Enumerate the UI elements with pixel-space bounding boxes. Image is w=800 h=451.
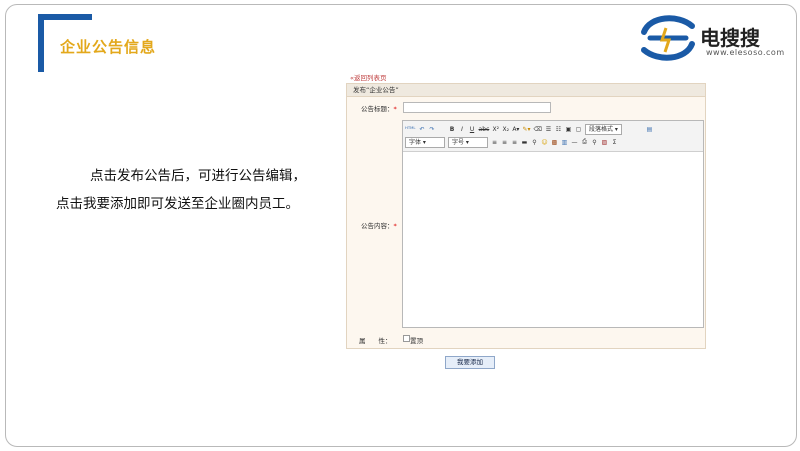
undo-icon[interactable]: ↶ [419,126,426,133]
announcement-form: 发布“企业公告” 公告标题：* 公告内容：* ᴴᵀᴹᴸ ↶ ↷ B I U ab… [346,83,706,349]
announcement-title-input[interactable] [403,102,551,113]
emoticon-icon[interactable]: ☺ [541,139,548,146]
content-label-text: 公告内容： [361,222,394,230]
toolbar-row-2: 字体 ▾ 字号 ▾ ≡ ≡ ≡ ▬ ⚲ ☺ ▩ ▥ — ⎙ ⚲ ▨ Σ [405,136,618,148]
toolbar-row-1: ᴴᵀᴹᴸ ↶ ↷ B I U abc X² X₂ A▾ ✎▾ ⌫ ☰ ☷ ▣ ▢… [405,123,653,135]
horizontal-rule-icon[interactable]: ▬ [521,139,528,146]
align-right-icon[interactable]: ≡ [511,139,518,146]
font-family-select[interactable]: 字体 ▾ [405,136,445,148]
select-all-icon[interactable]: ▨ [601,139,608,146]
ordered-list-icon[interactable]: ☰ [545,126,552,133]
form-header: 发布“企业公告” [347,84,705,97]
logo-url: www.elesoso.com [706,48,785,57]
slide-description: 点击发布公告后，可进行公告编辑，点击我要添加即可发送至企业圈内员工。 [56,168,306,212]
font-color-icon[interactable]: A▾ [512,126,519,133]
subscript-icon[interactable]: X₂ [502,126,510,133]
superscript-icon[interactable]: X² [492,126,500,133]
underline-icon[interactable]: U [469,126,476,133]
html-source-icon[interactable]: ᴴᵀᴹᴸ [405,126,416,133]
paragraph-format-value: 段落格式 [588,125,613,133]
bold-icon[interactable]: B [449,126,456,133]
required-mark: * [393,222,397,230]
fullscreen-icon[interactable]: ▤ [646,126,653,133]
title-label: 公告标题：* [361,103,397,113]
pin-label: 置顶 [410,337,423,345]
font-size-value: 字号 [452,138,465,146]
attr-label: 属 性： [359,337,392,345]
content-label: 公告内容：* [361,220,397,230]
paragraph-format-select[interactable]: 段落格式 ▾ [584,123,622,135]
clear-format-icon[interactable]: ⌫ [533,126,541,133]
add-announcement-button[interactable]: 我要添加 [445,356,495,369]
media-icon[interactable]: ▩ [551,139,558,146]
required-mark: * [393,105,397,113]
font-family-value: 字体 [409,138,422,146]
slide-title: 企业公告信息 [60,38,157,56]
font-size-select[interactable]: 字号 ▾ [448,136,488,148]
image-icon[interactable]: ▣ [565,126,572,133]
print-icon[interactable]: ⎙ [581,138,588,146]
link-icon[interactable]: ⚲ [531,139,538,146]
editor-toolbar: ᴴᵀᴹᴸ ↶ ↷ B I U abc X² X₂ A▾ ✎▾ ⌫ ☰ ☷ ▣ ▢… [403,121,703,152]
align-center-icon[interactable]: ≡ [501,139,508,146]
sum-icon[interactable]: Σ [611,139,618,146]
redo-icon[interactable]: ↷ [429,126,436,133]
source-icon[interactable]: ▢ [575,126,582,133]
align-left-icon[interactable]: ≡ [491,139,498,146]
highlight-icon[interactable]: ✎▾ [522,126,530,133]
back-to-list-link[interactable]: «返回列表页 [350,72,386,82]
search-icon[interactable]: ⚲ [591,139,598,146]
table-icon[interactable]: ▥ [561,139,568,146]
logo-name: 电搜搜 [700,26,760,50]
title-label-text: 公告标题： [361,105,394,113]
pin-checkbox[interactable] [403,335,410,342]
unordered-list-icon[interactable]: ☷ [555,126,562,133]
strikethrough-icon[interactable]: abc [479,126,490,133]
rich-text-editor[interactable]: ᴴᵀᴹᴸ ↶ ↷ B I U abc X² X₂ A▾ ✎▾ ⌫ ☰ ☷ ▣ ▢… [402,120,704,328]
italic-icon[interactable]: I [459,126,466,133]
minus-icon[interactable]: — [571,139,578,146]
